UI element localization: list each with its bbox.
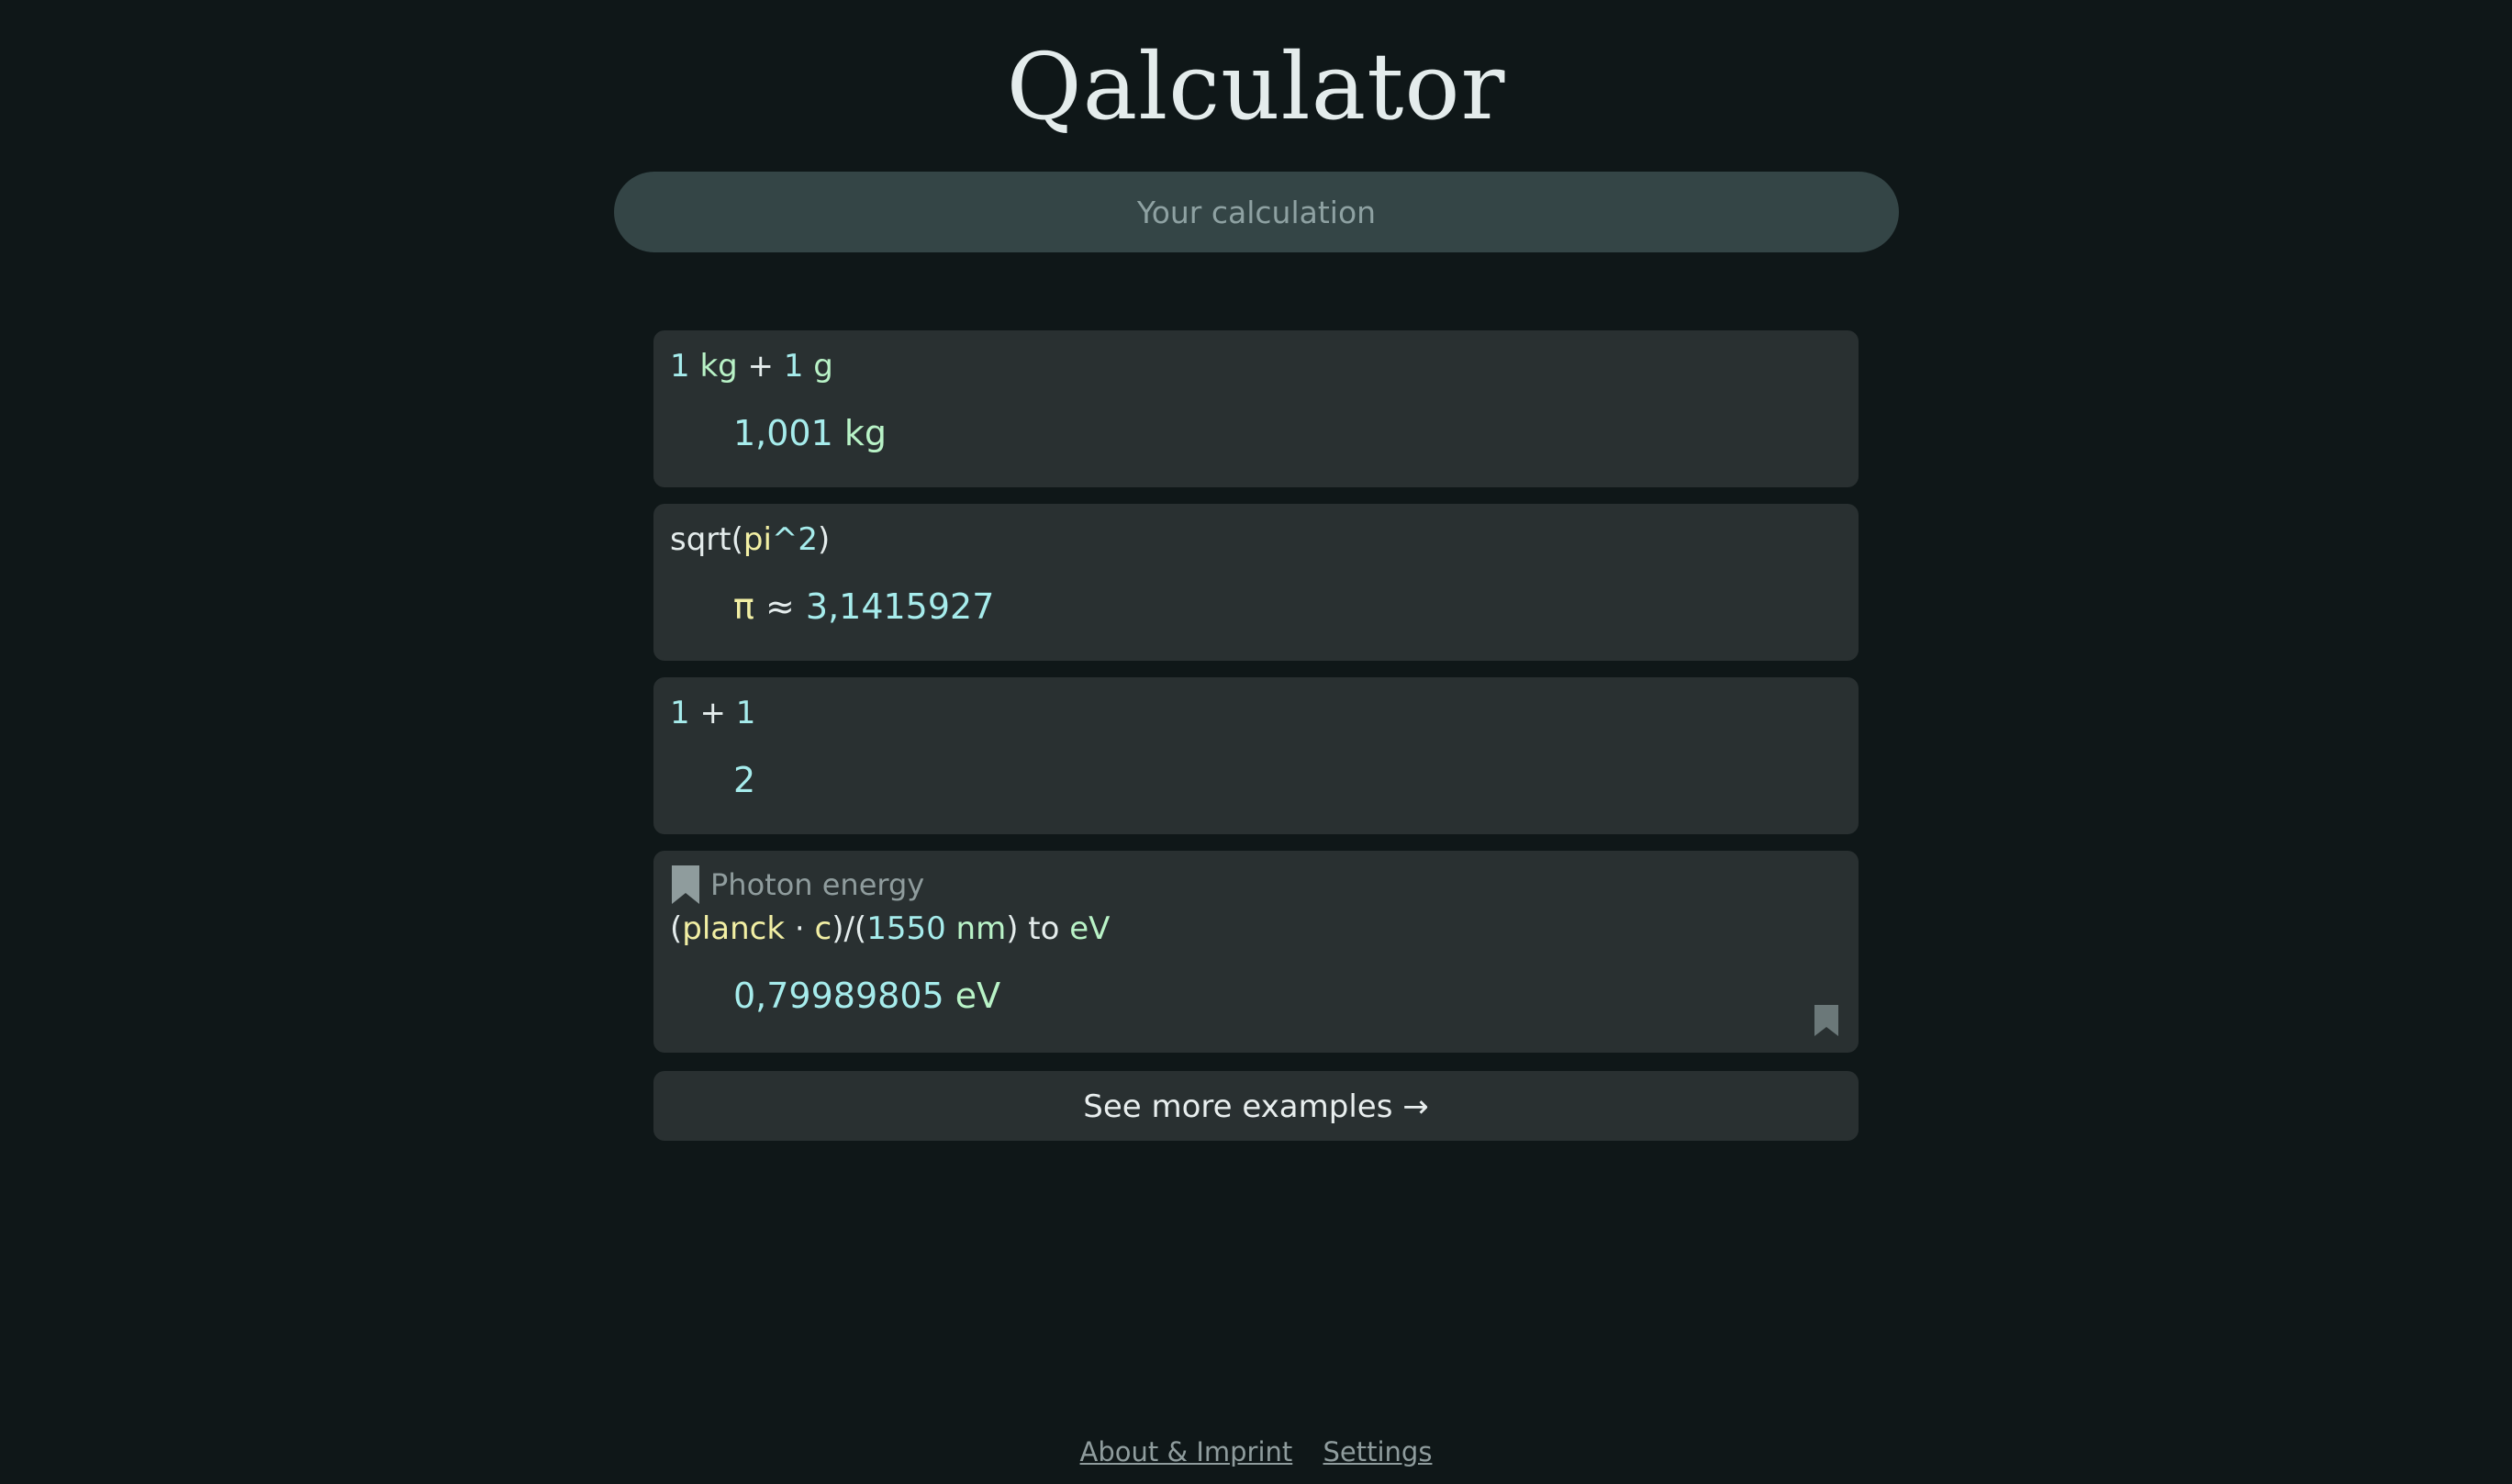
example-expression: sqrt(pi^2) — [670, 517, 1842, 563]
token-unit: eV — [1069, 910, 1111, 947]
example-result: 0,79989805 eV — [733, 970, 1842, 1021]
see-more-examples-button[interactable]: See more examples → — [653, 1071, 1859, 1141]
bookmark-label-text: Photon energy — [710, 867, 925, 902]
token-op — [944, 976, 955, 1016]
footer: About & Imprint Settings — [0, 1432, 2512, 1472]
token-num: 1 — [783, 348, 804, 385]
example-expression: (planck · c)∕(1550 nm) to eV — [670, 906, 1842, 952]
token-op: · — [785, 910, 815, 947]
example-result: π ≈ 3,1415927 — [733, 581, 1842, 632]
token-op: + — [689, 695, 736, 731]
token-unit: g — [813, 348, 833, 385]
token-op: )∕( — [832, 910, 867, 947]
token-const: pi — [742, 521, 772, 558]
token-fn: ) — [818, 521, 831, 558]
token-num: ^2 — [771, 521, 819, 558]
bookmark-icon — [672, 865, 699, 904]
token-num: 1 — [735, 695, 756, 731]
token-num: 2 — [733, 760, 756, 800]
token-const: planck — [682, 910, 786, 947]
token-op — [690, 348, 700, 385]
token-unit: kg — [699, 348, 738, 385]
token-unit: eV — [955, 976, 1001, 1016]
token-op: ( — [670, 910, 683, 947]
examples-list: 1 kg + 1 g 1,001 kg sqrt(pi^2) π ≈ 3,141… — [653, 330, 1859, 1069]
bookmark-title: Photon energy — [670, 864, 1842, 906]
calculation-input[interactable] — [614, 172, 1899, 252]
token-op — [833, 413, 844, 453]
token-op — [1059, 910, 1069, 947]
token-num: 1 — [670, 695, 690, 731]
token-num: 1,001 — [733, 413, 833, 453]
about-imprint-link[interactable]: About & Imprint — [1080, 1436, 1293, 1467]
token-op: + — [737, 348, 784, 385]
example-card[interactable]: sqrt(pi^2) π ≈ 3,1415927 — [653, 504, 1859, 661]
example-card[interactable]: 1 kg + 1 g 1,001 kg — [653, 330, 1859, 487]
example-result: 1,001 kg — [733, 407, 1842, 459]
app-title: Qalculator — [1006, 33, 1506, 140]
bookmarked-example-card[interactable]: Photon energy (planck · c)∕(1550 nm) to … — [653, 851, 1859, 1053]
bookmark-icon[interactable] — [1813, 1003, 1840, 1038]
token-op — [946, 910, 956, 947]
token-num: 3,1415927 — [805, 586, 995, 627]
token-num: 0,79989805 — [733, 976, 944, 1016]
page: Qalculator 1 kg + 1 g 1,001 kg sqrt(pi^2… — [0, 0, 2512, 1484]
example-expression: 1 + 1 — [670, 690, 1842, 736]
token-unit: nm — [955, 910, 1007, 947]
example-card[interactable]: 1 + 1 2 — [653, 677, 1859, 834]
token-num: 1550 — [866, 910, 946, 947]
token-op — [803, 348, 813, 385]
token-num: 1 — [670, 348, 690, 385]
token-unit: kg — [843, 413, 888, 453]
token-op: ) — [1006, 910, 1029, 947]
token-const: π — [733, 586, 754, 627]
settings-link[interactable]: Settings — [1323, 1436, 1433, 1467]
example-result: 2 — [733, 754, 1842, 806]
example-expression: 1 kg + 1 g — [670, 343, 1842, 389]
token-const: c — [814, 910, 832, 947]
token-fn: sqrt( — [670, 521, 743, 558]
token-op: ≈ — [754, 586, 806, 627]
token-kw: to — [1028, 910, 1060, 947]
